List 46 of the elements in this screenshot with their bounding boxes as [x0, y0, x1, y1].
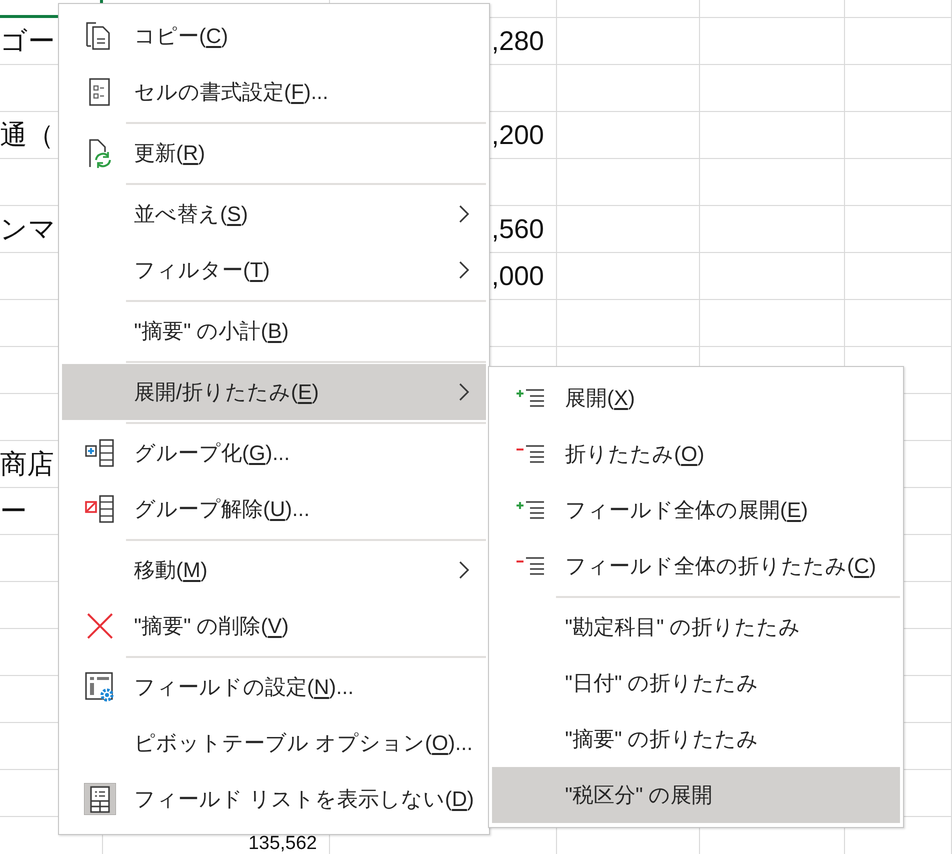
table-cell[interactable]	[700, 253, 845, 300]
table-cell[interactable]	[845, 65, 952, 112]
table-cell[interactable]	[845, 253, 952, 300]
table-cell[interactable]	[845, 112, 952, 159]
menu-item[interactable]: "勘定科目" の折りたたみ	[492, 599, 900, 655]
table-cell[interactable]	[845, 206, 952, 253]
menu-item[interactable]: "日付" の折りたたみ	[492, 655, 900, 711]
table-cell[interactable]	[557, 0, 700, 18]
menu-item[interactable]: フィールド リストを表示しない(D)	[62, 771, 486, 827]
menu-item[interactable]: 展開/折りたたみ(E)	[62, 364, 486, 420]
menu-item[interactable]: フィールドの設定(N)...	[62, 659, 486, 715]
menu-item[interactable]: 移動(M)	[62, 542, 486, 598]
table-cell[interactable]	[557, 112, 700, 159]
expand-list-icon	[516, 500, 546, 520]
table-cell[interactable]	[557, 65, 700, 112]
table-cell[interactable]	[557, 300, 700, 347]
collapse-list-icon	[516, 444, 546, 464]
table-cell[interactable]	[700, 0, 845, 18]
table-cell[interactable]	[700, 65, 845, 112]
table-cell[interactable]	[700, 159, 845, 206]
menu-item[interactable]: フィールド全体の折りたたみ(C)	[492, 538, 900, 594]
menu-item[interactable]: "摘要" の折りたたみ	[492, 711, 900, 767]
collapse-list-icon	[516, 556, 546, 576]
table-cell[interactable]	[845, 0, 952, 18]
table-cell[interactable]	[845, 159, 952, 206]
group-icon	[84, 437, 116, 469]
menu-item[interactable]: 折りたたみ(O)	[492, 426, 900, 482]
ungroup-icon	[84, 493, 116, 525]
menu-item[interactable]: フィールド全体の展開(E)	[492, 482, 900, 538]
table-cell[interactable]	[557, 206, 700, 253]
table-cell[interactable]	[700, 18, 845, 65]
table-cell[interactable]	[700, 300, 845, 347]
field-settings-icon	[84, 671, 116, 703]
menu-item[interactable]: 展開(X)	[492, 370, 900, 426]
table-cell[interactable]	[557, 18, 700, 65]
menu-item[interactable]: ピボットテーブル オプション(O)...	[62, 715, 486, 771]
table-cell[interactable]	[700, 206, 845, 253]
table-cell[interactable]	[845, 18, 952, 65]
table-cell[interactable]	[700, 112, 845, 159]
expand-list-icon	[516, 388, 546, 408]
table-cell[interactable]	[557, 159, 700, 206]
menu-item[interactable]: "税区分" の展開	[492, 767, 900, 823]
table-cell[interactable]	[845, 300, 952, 347]
menu-item[interactable]: "摘要" の削除(V)	[62, 598, 486, 654]
table-cell[interactable]	[557, 253, 700, 300]
menu-item[interactable]: "摘要" の小計(B)	[62, 303, 486, 359]
